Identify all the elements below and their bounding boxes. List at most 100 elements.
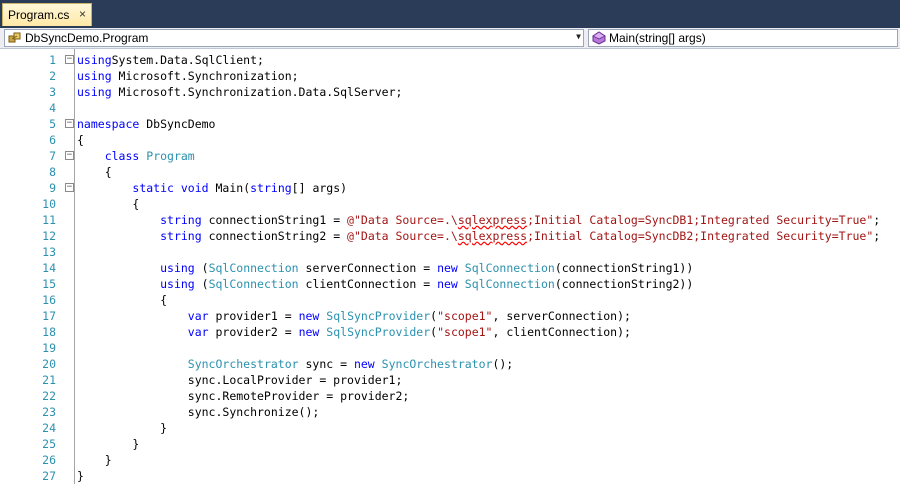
code-line[interactable]: 19 bbox=[0, 340, 900, 356]
code-line[interactable]: 4 bbox=[0, 100, 900, 116]
code-token: string bbox=[160, 229, 202, 243]
code-text: using (SqlConnection serverConnection = … bbox=[77, 260, 693, 276]
type-dropdown-value: DbSyncDemo.Program bbox=[25, 31, 149, 45]
code-token: new bbox=[437, 277, 458, 291]
code-text: sync.LocalProvider = provider1; bbox=[77, 372, 403, 388]
code-text: } bbox=[77, 452, 112, 468]
code-token: @"Data Source=.\ bbox=[347, 213, 458, 227]
type-dropdown[interactable]: DbSyncDemo.Program ▼ bbox=[4, 29, 584, 47]
code-line[interactable]: 6{ bbox=[0, 132, 900, 148]
chevron-down-icon[interactable]: ▼ bbox=[576, 32, 581, 41]
code-line[interactable]: 20 SyncOrchestrator sync = new SyncOrche… bbox=[0, 356, 900, 372]
code-token: clientConnection = bbox=[298, 277, 438, 291]
code-token: using bbox=[77, 85, 112, 99]
line-number: 25 bbox=[42, 437, 56, 451]
code-token: SyncOrchestrator bbox=[381, 357, 493, 371]
code-text: class Program bbox=[77, 148, 195, 164]
code-line[interactable]: 13 bbox=[0, 244, 900, 260]
code-line[interactable]: 26 } bbox=[0, 452, 900, 468]
code-token: Microsoft.Synchronization.Data.SqlServer… bbox=[111, 85, 403, 99]
code-line[interactable]: 16 { bbox=[0, 292, 900, 308]
code-token: } bbox=[77, 437, 140, 451]
code-line[interactable]: 27} bbox=[0, 468, 900, 484]
code-text: using Microsoft.Synchronization; bbox=[77, 68, 299, 84]
line-number: 27 bbox=[42, 469, 56, 483]
code-token: serverConnection = bbox=[298, 261, 438, 275]
code-line[interactable]: 7− class Program bbox=[0, 148, 900, 164]
code-line[interactable]: 5− namespace DbSyncDemo bbox=[0, 116, 900, 132]
tab-label: Program.cs bbox=[8, 8, 70, 22]
code-line[interactable]: 2 using Microsoft.Synchronization; bbox=[0, 68, 900, 84]
code-line[interactable]: 21 sync.LocalProvider = provider1; bbox=[0, 372, 900, 388]
code-line[interactable]: 24 } bbox=[0, 420, 900, 436]
code-token: ;Initial Catalog=SyncDB2;Integrated Secu… bbox=[527, 229, 874, 243]
code-line[interactable]: 23 sync.Synchronize(); bbox=[0, 404, 900, 420]
code-token: Microsoft.Synchronization; bbox=[111, 69, 299, 83]
code-token: (); bbox=[492, 357, 514, 371]
code-token: "scope1" bbox=[437, 309, 493, 323]
member-dropdown[interactable]: Main(string[] args) bbox=[588, 29, 898, 47]
code-line[interactable]: 25 } bbox=[0, 436, 900, 452]
code-line[interactable]: 17 var provider1 = new SqlSyncProvider("… bbox=[0, 308, 900, 324]
code-token: connectionString1 = bbox=[201, 213, 348, 227]
code-token: { bbox=[77, 197, 140, 211]
code-line[interactable]: 14 using (SqlConnection serverConnection… bbox=[0, 260, 900, 276]
code-text: SyncOrchestrator sync = new SyncOrchestr… bbox=[77, 356, 513, 372]
code-token: System.Data.SqlClient; bbox=[111, 53, 264, 67]
code-line[interactable]: 22 sync.RemoteProvider = provider2; bbox=[0, 388, 900, 404]
line-number: 13 bbox=[42, 245, 56, 259]
code-text: usingSystem.Data.SqlClient; bbox=[77, 52, 264, 68]
code-token: ; bbox=[873, 213, 881, 227]
line-number: 22 bbox=[42, 389, 56, 403]
code-text: string connectionString2 = @"Data Source… bbox=[77, 228, 880, 244]
code-text: sync.Synchronize(); bbox=[77, 404, 320, 420]
code-line[interactable]: 15 using (SqlConnection clientConnection… bbox=[0, 276, 900, 292]
code-line[interactable]: 11 string connectionString1 = @"Data Sou… bbox=[0, 212, 900, 228]
code-token: SqlConnection bbox=[208, 261, 299, 275]
code-token: new bbox=[353, 357, 375, 371]
line-number: 21 bbox=[42, 373, 56, 387]
line-number: 2 bbox=[49, 69, 56, 83]
code-line[interactable]: 3 using Microsoft.Synchronization.Data.Sq… bbox=[0, 84, 900, 100]
collapse-icon[interactable]: − bbox=[65, 151, 74, 160]
code-token: new bbox=[298, 309, 320, 323]
code-token: ( bbox=[194, 277, 209, 291]
code-token: new bbox=[437, 261, 458, 275]
collapse-icon[interactable]: − bbox=[65, 55, 74, 64]
collapse-icon[interactable]: − bbox=[65, 119, 74, 128]
code-token: var bbox=[187, 309, 209, 323]
code-line[interactable]: 1− usingSystem.Data.SqlClient; bbox=[0, 52, 900, 68]
line-number: 5 bbox=[49, 117, 56, 131]
collapse-icon[interactable]: − bbox=[65, 183, 74, 192]
code-token: sqlexpress bbox=[457, 213, 528, 227]
tab-program-cs[interactable]: Program.cs × bbox=[2, 3, 92, 26]
document-tab-bar: Program.cs × bbox=[0, 0, 900, 28]
line-number: 20 bbox=[42, 357, 56, 371]
member-dropdown-value: Main(string[] args) bbox=[609, 31, 706, 45]
code-line[interactable]: 9− static void Main(string[] args) bbox=[0, 180, 900, 196]
code-text: using (SqlConnection clientConnection = … bbox=[77, 276, 693, 292]
code-editor[interactable]: 1− usingSystem.Data.SqlClient; 2 using Micr… bbox=[0, 49, 900, 484]
code-text: } bbox=[77, 436, 139, 452]
code-text: string connectionString1 = @"Data Source… bbox=[77, 212, 880, 228]
code-line[interactable]: 18 var provider2 = new SqlSyncProvider("… bbox=[0, 324, 900, 340]
code-token: SqlSyncProvider bbox=[326, 325, 431, 339]
line-number: 9 bbox=[49, 181, 56, 195]
code-line[interactable]: 10 { bbox=[0, 196, 900, 212]
close-icon[interactable]: × bbox=[79, 7, 86, 21]
code-token: ( bbox=[194, 261, 209, 275]
code-text: var provider2 = new SqlSyncProvider("sco… bbox=[77, 324, 631, 340]
code-line[interactable]: 8 { bbox=[0, 164, 900, 180]
code-text: namespace DbSyncDemo bbox=[77, 116, 215, 132]
code-text: { bbox=[77, 196, 139, 212]
code-line[interactable]: 12 string connectionString2 = @"Data Sou… bbox=[0, 228, 900, 244]
